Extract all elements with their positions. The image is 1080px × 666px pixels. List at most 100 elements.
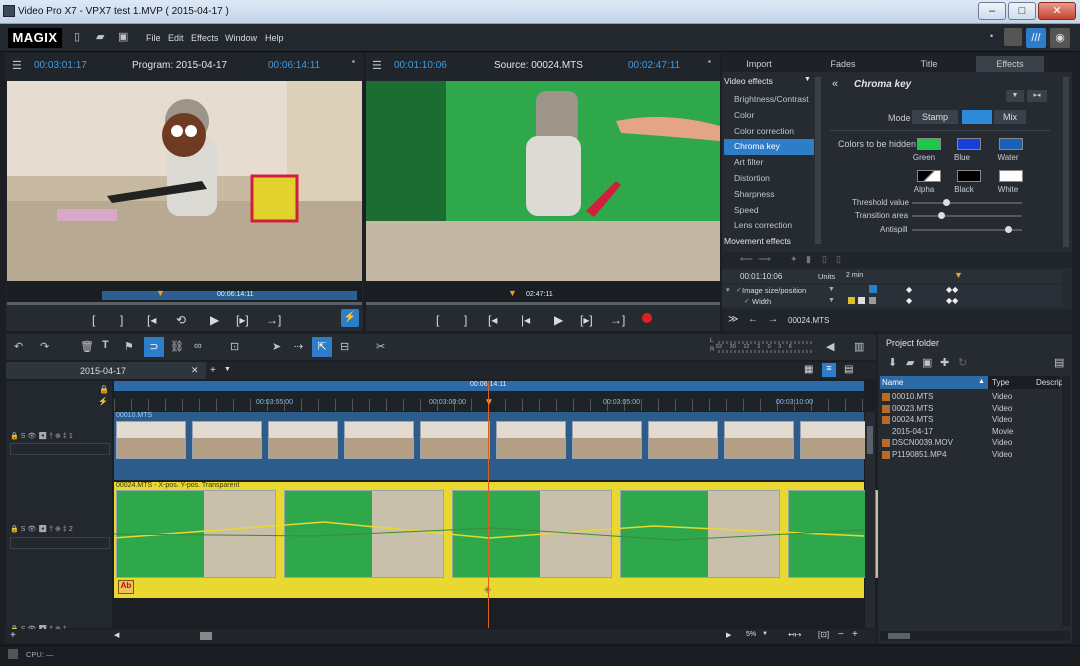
keyframe-ruler[interactable]: 00:01:10:06 Units 2 min ▼ [722, 270, 1062, 283]
effects-list-scrollbar[interactable] [815, 77, 821, 244]
mark-out-icon[interactable]: ] [464, 313, 467, 327]
movement-effects-category[interactable]: Movement effects [724, 236, 814, 246]
col-type-label[interactable]: Type [992, 378, 1009, 387]
dot-icon[interactable]: • [990, 31, 993, 41]
track1-controls[interactable]: 🔒S👁◀†⊕‡1 [10, 432, 110, 440]
text-icon[interactable]: T [102, 339, 109, 351]
to-start-icon[interactable]: [◂ [147, 313, 156, 327]
close-icon[interactable]: ✕ [191, 365, 199, 376]
swatch-blue[interactable] [957, 138, 981, 150]
tab-import[interactable]: Import [726, 56, 792, 72]
zoom-fit-icon[interactable]: [⊡] [818, 630, 829, 639]
mark-in-icon[interactable]: [ [92, 313, 95, 327]
program-time-left[interactable]: 00:03:01:17 [34, 60, 87, 71]
track2-label-field[interactable] [10, 537, 110, 549]
effect-item-lens-correction[interactable]: Lens correction [724, 218, 814, 234]
menu-help[interactable]: Help [265, 33, 284, 43]
record-icon[interactable]: ◉ [1050, 28, 1070, 48]
arrow-right-icon[interactable]: ⟶ [758, 254, 771, 265]
import-icon[interactable]: ⬇ [888, 356, 897, 369]
keyframe-row-width[interactable]: ✓ Width ▼ ◆ ◆◆ [722, 296, 1062, 307]
lightning-icon[interactable]: ⚡ [98, 397, 108, 406]
collapse-icon[interactable]: ≫ [728, 314, 738, 325]
effect-item-chroma-key[interactable]: Chroma key [724, 139, 814, 156]
effect-item-speed[interactable]: Speed [724, 203, 814, 219]
text-clip-icon[interactable]: Ab [118, 580, 134, 594]
new-file-icon[interactable]: ▯ [74, 30, 80, 43]
scrub-marker-icon[interactable]: ▼ [156, 288, 165, 298]
view-list-icon[interactable]: ▤ [1054, 356, 1064, 369]
to-next-icon[interactable]: [▸] [236, 313, 249, 327]
effect-item-color[interactable]: Color [724, 108, 814, 124]
color-icon[interactable] [848, 297, 855, 304]
fit-icon[interactable]: ↤↦ [788, 630, 801, 639]
list-item[interactable]: 00024.MTS Video [880, 414, 1060, 426]
swatch-water[interactable] [999, 138, 1023, 150]
lightning-icon[interactable]: ⚡ [341, 309, 359, 327]
chevron-down-icon[interactable]: ▼ [762, 631, 768, 637]
close-button[interactable]: ✕ [1038, 2, 1076, 20]
add-item-icon[interactable]: ✚ [940, 356, 949, 369]
open-folder-icon[interactable]: ▰ [96, 30, 104, 43]
effect-item-distortion[interactable]: Distortion [724, 171, 814, 187]
refresh-icon[interactable]: ↻ [958, 356, 967, 369]
menu-edit[interactable]: Edit [168, 33, 184, 43]
folder-icon[interactable]: ▰ [906, 356, 914, 369]
source-time-right[interactable]: 00:02:47:11 [628, 60, 680, 71]
list-item[interactable]: 2015-04-17 Movie [880, 426, 1060, 438]
menu-file[interactable]: File [146, 33, 161, 43]
scrub-marker-icon[interactable]: ▼ [508, 288, 517, 298]
keyframe-diamond[interactable]: ◆◆ [946, 296, 958, 305]
to-next-icon[interactable]: [▸] [580, 313, 593, 327]
maximize-icon[interactable]: ▪ [708, 57, 711, 66]
effect-item-brightness[interactable]: Brightness/Contrast [724, 92, 814, 108]
storyboard-icon[interactable]: ▤ [844, 364, 853, 375]
chevron-down-icon[interactable]: ▼ [224, 366, 231, 373]
timeline-ruler[interactable]: 00:06:14:11 00:03:55:00 00:03:00:00 00:0… [114, 381, 864, 411]
antispill-knob[interactable] [1004, 226, 1012, 233]
add-track-icon[interactable]: + [10, 630, 16, 641]
threshold-knob[interactable] [942, 199, 950, 206]
hscroll-thumb[interactable] [200, 632, 212, 640]
menu-window[interactable]: Window [225, 33, 257, 43]
color-icon[interactable] [858, 297, 865, 304]
keyframe-diamond[interactable]: ◆ [906, 285, 912, 294]
to-start-icon[interactable]: [◂ [488, 313, 497, 327]
zoom-out-icon[interactable]: − [838, 629, 844, 640]
pointer-mode-icon[interactable]: ⇱ [312, 337, 332, 357]
play-icon[interactable]: ▶ [554, 313, 563, 327]
unlink-icon[interactable]: ∞ [194, 340, 202, 352]
swatch-alpha[interactable] [917, 170, 941, 182]
to-end-icon[interactable]: →] [266, 313, 281, 327]
save-icon[interactable]: ▣ [922, 356, 932, 369]
effects-category[interactable]: Video effects ▼ [724, 76, 814, 88]
keyframe-icon[interactable]: ▸◂ [1027, 90, 1047, 102]
list-item[interactable]: DSCN0039.MOV Video [880, 437, 1060, 449]
hscroll-thumb[interactable] [888, 633, 910, 639]
threshold-slider[interactable] [912, 199, 1022, 206]
scroll-left-icon[interactable]: ◀ [114, 631, 119, 639]
keyframe-diamond[interactable]: ◆◆ [946, 285, 958, 294]
timeline-vscroll[interactable] [865, 412, 875, 628]
paste-icon[interactable]: ▯ [836, 254, 841, 265]
program-time-right[interactable]: 00:06:14:11 [268, 60, 320, 71]
add-tab-icon[interactable]: + [210, 365, 216, 376]
magnet-icon[interactable]: ⊃ [144, 337, 164, 357]
mode-mix-button[interactable]: Mix [994, 110, 1026, 124]
source-scrubber[interactable]: 02:47:11 ▼ [366, 281, 720, 305]
project-tab[interactable]: 2015-04-17 ✕ [6, 362, 206, 379]
play-icon[interactable]: ▶ [210, 313, 219, 327]
project-folder-vscroll[interactable] [1062, 376, 1070, 626]
record-icon[interactable] [642, 313, 652, 323]
pointer-multi-icon[interactable]: ⇢ [294, 340, 303, 353]
next-icon[interactable]: → [768, 314, 778, 325]
tab-fades[interactable]: Fades [810, 56, 876, 72]
check-icon[interactable]: ✓ [744, 297, 750, 305]
transition-knob[interactable] [937, 212, 945, 219]
effect-item-sharpness[interactable]: Sharpness [724, 187, 814, 203]
zoom-in-icon[interactable]: + [852, 629, 858, 640]
tab-effects[interactable]: Effects [976, 56, 1044, 72]
speaker-icon[interactable]: ◀ [826, 340, 834, 353]
copy-icon[interactable]: ▯ [822, 254, 827, 265]
to-end-icon[interactable]: →] [610, 313, 625, 327]
